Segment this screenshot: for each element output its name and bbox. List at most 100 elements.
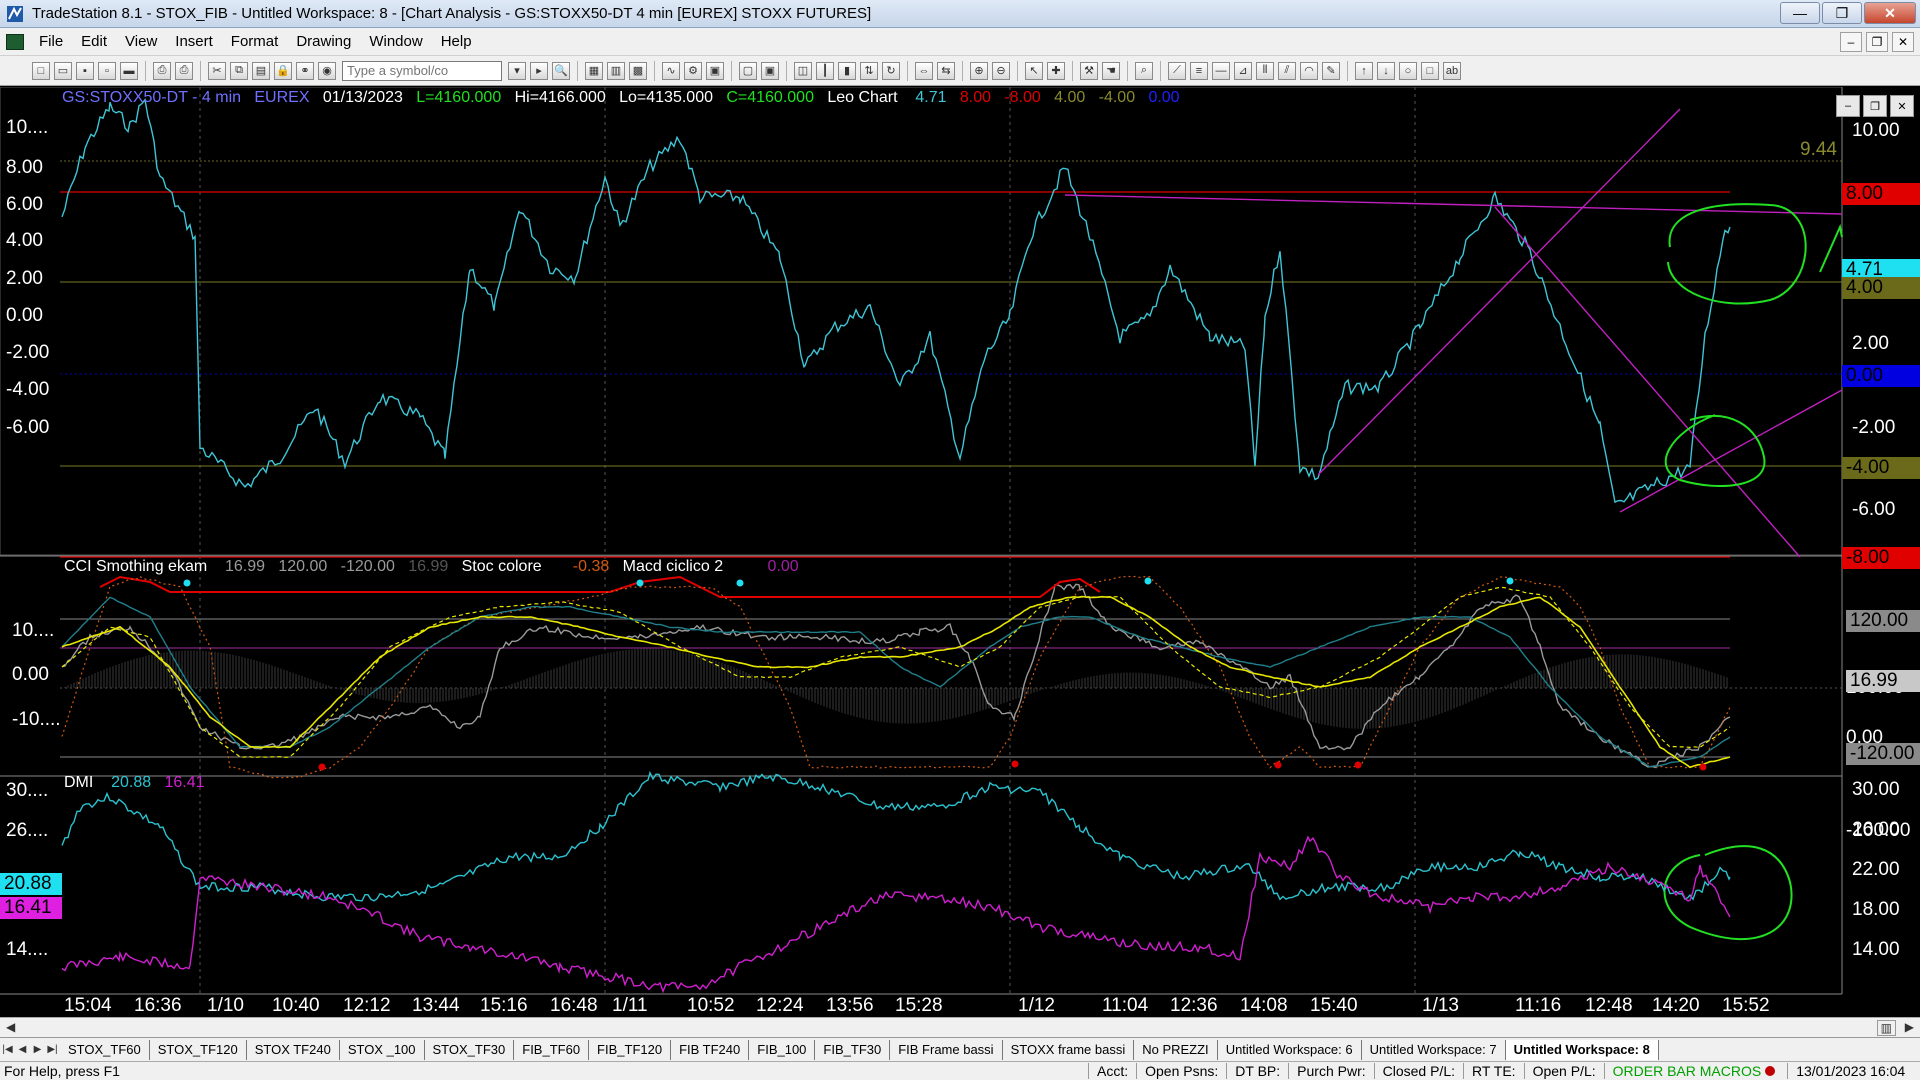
workspace-tab[interactable]: FIB_TF60 <box>514 1039 590 1060</box>
signal-dot <box>318 763 326 771</box>
new-icon[interactable]: □ <box>32 61 50 80</box>
workspace-tab[interactable]: Untitled Workspace: 8 <box>1505 1039 1659 1060</box>
chart-minimize-button[interactable]: – <box>1836 95 1860 117</box>
expand-bars-icon[interactable]: ⇆ <box>937 61 955 80</box>
mdi-minimize-button[interactable]: – <box>1840 32 1862 52</box>
arc-icon[interactable]: ◠ <box>1300 61 1318 80</box>
symbol-dropdown-icon[interactable]: ▾ <box>508 61 526 80</box>
workspace-tab[interactable]: FIB_100 <box>749 1039 816 1060</box>
workspace-tab[interactable]: FIB Frame bassi <box>890 1039 1003 1060</box>
magnifier-icon[interactable]: ⌕ <box>1135 61 1153 80</box>
menu-file[interactable]: File <box>30 33 72 50</box>
workspace-tab[interactable]: STOXX frame bassi <box>1003 1039 1135 1060</box>
trendline-icon[interactable]: ⟋ <box>1168 61 1186 80</box>
workspace-icon[interactable]: ▢ <box>739 61 757 80</box>
pen-icon[interactable]: ✎ <box>1322 61 1340 80</box>
macd-teal-line <box>61 596 1731 768</box>
workspace-tab[interactable]: No PREZZI <box>1134 1039 1218 1060</box>
rectangle-icon[interactable]: □ <box>1421 61 1439 80</box>
globe-icon[interactable]: ◉ <box>318 61 336 80</box>
zoom-out-icon[interactable]: ⊖ <box>992 61 1010 80</box>
paste-icon[interactable]: ▤ <box>252 61 270 80</box>
workspace-tab[interactable]: FIB_TF30 <box>815 1039 891 1060</box>
mdi-restore-button[interactable]: ❐ <box>1866 32 1888 52</box>
indicator-icon[interactable]: ∿ <box>662 61 680 80</box>
print-icon[interactable]: ⎙ <box>153 61 171 80</box>
text-icon[interactable]: ab <box>1443 61 1461 80</box>
open-workspace-icon[interactable]: ▬ <box>120 61 138 80</box>
scroll-thumb[interactable]: ▥ <box>1876 1020 1896 1036</box>
compress-bars-icon[interactable]: ⇔ <box>915 61 933 80</box>
chart-close-button[interactable]: ✕ <box>1890 95 1914 117</box>
workspace-tab[interactable]: Untitled Workspace: 7 <box>1362 1039 1506 1060</box>
symbol-input[interactable] <box>342 60 502 81</box>
fibonacci-icon[interactable]: ≡ <box>1190 61 1208 80</box>
mdi-close-button[interactable]: ✕ <box>1892 32 1914 52</box>
pointer-icon[interactable]: ↖ <box>1025 61 1043 80</box>
chart-analysis-icon[interactable]: ▦ <box>585 61 603 80</box>
channel-icon[interactable]: ⫽ <box>1278 61 1296 80</box>
strategy-icon[interactable]: ⚙ <box>684 61 702 80</box>
bar-style-icon[interactable]: ┃ <box>816 61 834 80</box>
new-workspace-icon[interactable]: ▫ <box>98 61 116 80</box>
menu-help[interactable]: Help <box>432 33 481 50</box>
symbol-lookup-icon[interactable]: 🔍 <box>552 61 570 80</box>
format-icon[interactable]: ▣ <box>706 61 724 80</box>
link-icon[interactable]: ⚭ <box>296 61 314 80</box>
tools-icon[interactable]: ⚒ <box>1080 61 1098 80</box>
data-window-icon[interactable]: ◫ <box>794 61 812 80</box>
tab-last-icon[interactable]: ▶| <box>45 1044 60 1055</box>
menu-drawing[interactable]: Drawing <box>287 33 360 50</box>
refresh-icon[interactable]: ↻ <box>882 61 900 80</box>
tab-first-icon[interactable]: |◀ <box>0 1044 15 1055</box>
arrow-up-icon[interactable]: ↑ <box>1355 61 1373 80</box>
workspace-tab[interactable]: STOX_TF30 <box>425 1039 515 1060</box>
workspace-tab[interactable]: Untitled Workspace: 6 <box>1218 1039 1362 1060</box>
workspace-tab[interactable]: STOX_TF60 <box>60 1039 150 1060</box>
maximize-button[interactable]: ❐ <box>1822 2 1862 24</box>
chart-canvas[interactable] <box>0 87 1920 1015</box>
horizontal-line-icon[interactable]: ― <box>1212 61 1230 80</box>
close-button[interactable]: ✕ <box>1864 2 1916 24</box>
interval-icon[interactable]: ⇅ <box>860 61 878 80</box>
workspace-tab[interactable]: STOX TF240 <box>247 1039 340 1060</box>
status-bar: For Help, press F1 Acct: Open Psns: DT B… <box>0 1061 1920 1080</box>
menu-window[interactable]: Window <box>360 33 431 50</box>
scroll-left-icon[interactable]: ◀ <box>6 1020 15 1034</box>
scroll-right-icon[interactable]: ▶ <box>1905 1020 1914 1034</box>
crosshair-icon[interactable]: ✚ <box>1047 61 1065 80</box>
gann-icon[interactable]: ⊿ <box>1234 61 1252 80</box>
workspace-tab[interactable]: FIB TF240 <box>671 1039 750 1060</box>
radarscreen-icon[interactable]: ▥ <box>607 61 625 80</box>
chart-restore-button[interactable]: ❐ <box>1863 95 1887 117</box>
vertical-lines-icon[interactable]: ⦀ <box>1256 61 1274 80</box>
zoom-in-icon[interactable]: ⊕ <box>970 61 988 80</box>
cut-icon[interactable]: ✂ <box>208 61 226 80</box>
matrix-icon[interactable]: ▩ <box>629 61 647 80</box>
workspace-tab[interactable]: FIB_TF120 <box>589 1039 672 1060</box>
go-arrow-icon[interactable]: ▸ <box>530 61 548 80</box>
chart-window-icon[interactable] <box>6 33 24 50</box>
minimize-button[interactable]: — <box>1780 2 1820 24</box>
copy-icon[interactable]: ⧉ <box>230 61 248 80</box>
print-preview-icon[interactable]: ⎙ <box>175 61 193 80</box>
menu-edit[interactable]: Edit <box>72 33 116 50</box>
hand-icon[interactable]: ☚ <box>1102 61 1120 80</box>
menu-insert[interactable]: Insert <box>166 33 222 50</box>
menu-view[interactable]: View <box>116 33 166 50</box>
tab-prev-icon[interactable]: ◀ <box>15 1044 30 1055</box>
chart-area[interactable]: GS:STOXX50-DT - 4 min EUREX 01/13/2023 L… <box>0 87 1920 1016</box>
order-bar-macros[interactable]: ORDER BAR MACROS <box>1603 1063 1788 1079</box>
ellipse-icon[interactable]: ○ <box>1399 61 1417 80</box>
horizontal-scrollbar[interactable]: ◀ ▥ ▶ <box>0 1017 1920 1037</box>
workspace-tab[interactable]: STOX_TF120 <box>150 1039 247 1060</box>
candle-icon[interactable]: ▮ <box>838 61 856 80</box>
workspace-tab[interactable]: STOX _100 <box>340 1039 425 1060</box>
menu-format[interactable]: Format <box>222 33 288 50</box>
arrow-down-icon[interactable]: ↓ <box>1377 61 1395 80</box>
open-icon[interactable]: ▭ <box>54 61 72 80</box>
lock-icon[interactable]: 🔒 <box>274 61 292 80</box>
save-icon[interactable]: ▪ <box>76 61 94 80</box>
tab-next-icon[interactable]: ▶ <box>30 1044 45 1055</box>
window-icon[interactable]: ▣ <box>761 61 779 80</box>
